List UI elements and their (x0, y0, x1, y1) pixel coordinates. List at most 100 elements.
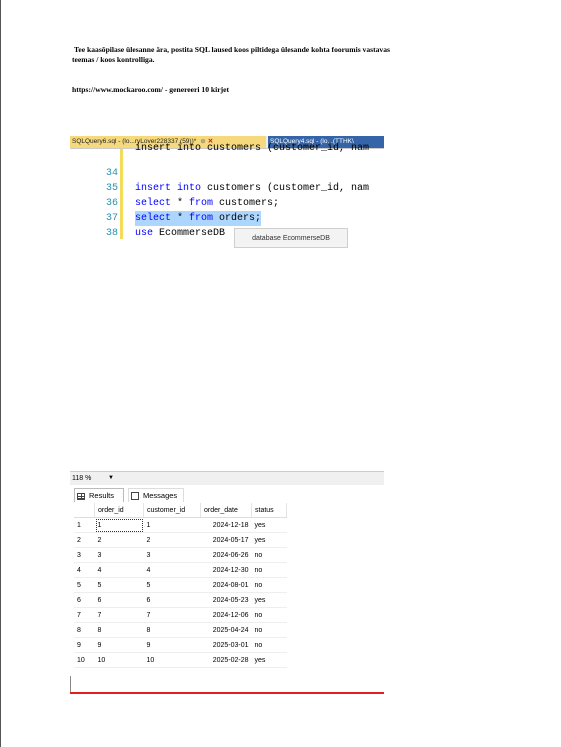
row-number: 8 (74, 622, 95, 638)
table-cell[interactable]: no (251, 577, 287, 593)
keyword: select (135, 198, 172, 209)
table-row[interactable]: 7 7 7 2024-12-06 no (74, 607, 287, 623)
table-cell[interactable]: 2024-08-01 (200, 577, 252, 593)
table-cell[interactable]: 2 (143, 532, 201, 548)
table-cell[interactable]: yes (251, 517, 287, 533)
code-line-36: 36 select * from orders; (70, 181, 262, 226)
table-row[interactable]: 6 6 6 2024-05-23 yes (74, 592, 287, 608)
chevron-down-icon[interactable]: ▼ (108, 472, 114, 485)
table-cell[interactable]: yes (251, 592, 287, 608)
table-cell[interactable]: 8 (94, 622, 144, 638)
table-cell[interactable]: 2024-05-23 (200, 592, 252, 608)
ssms-screenshot: SQLQuery6.sql - (lo...ryLover228337 (59)… (70, 136, 384, 695)
table-cell[interactable]: 1 (143, 517, 201, 533)
table-cell[interactable]: 9 (143, 637, 201, 653)
row-number: 2 (74, 532, 95, 548)
code-text: EcommerseDB (153, 228, 226, 239)
table-cell[interactable]: 2025-03-01 (200, 637, 252, 653)
line-number: 38 (105, 228, 118, 239)
table-row[interactable]: 1 1 1 2024-12-18 yes (74, 517, 287, 533)
code-text: customers (customer_id, nam (201, 183, 370, 194)
table-cell[interactable]: 2 (94, 532, 144, 548)
table-cell[interactable]: 5 (143, 577, 201, 593)
table-cell[interactable]: 3 (143, 547, 201, 563)
table-cell[interactable]: 2024-05-17 (200, 532, 252, 548)
code-text: customers; (213, 198, 280, 209)
row-number: 1 (74, 517, 95, 533)
tab-results[interactable]: Results (74, 488, 124, 502)
zoom-bar: 118 % ▼ (70, 471, 384, 485)
grid-icon (77, 492, 85, 500)
table-cell[interactable]: 10 (94, 652, 144, 668)
table-cell[interactable]: no (251, 607, 287, 623)
row-number: 5 (74, 577, 95, 593)
tab-messages[interactable]: Messages (128, 488, 184, 502)
instruction-line-1: Tee kaasõpilase ülesanne ära, postita SQ… (74, 45, 390, 54)
page-left-border (0, 0, 1, 747)
table-cell[interactable]: 9 (94, 637, 144, 653)
table-cell[interactable]: 1 (94, 517, 144, 533)
tab-messages-label: Messages (143, 491, 178, 500)
table-cell[interactable]: 6 (94, 592, 144, 608)
table-cell[interactable]: 7 (143, 607, 201, 623)
table-cell[interactable]: 4 (94, 562, 144, 578)
code-star: * (171, 198, 190, 209)
table-row[interactable]: 8 8 8 2025-04-24 no (74, 622, 287, 638)
table-cell[interactable]: 2024-12-18 (200, 517, 252, 533)
table-cell[interactable]: 2025-02-28 (200, 652, 252, 668)
table-row[interactable]: 5 5 5 2024-08-01 no (74, 577, 287, 593)
code-text: orders; (213, 213, 262, 224)
table-row[interactable]: 10 10 10 2025-02-28 yes (74, 652, 287, 668)
table-cell[interactable]: 2024-06-26 (200, 547, 252, 563)
table-cell[interactable]: no (251, 637, 287, 653)
messages-icon (131, 492, 139, 501)
table-row[interactable]: 4 4 4 2024-12-30 no (74, 562, 287, 578)
tooltip: database EcommerseDB (234, 228, 348, 248)
table-cell[interactable]: no (251, 547, 287, 563)
instruction-paragraph: Tee kaasõpilase ülesanne ära, postita SQ… (72, 45, 512, 65)
table-cell[interactable]: 2025-04-24 (200, 622, 252, 638)
table-cell[interactable]: 5 (94, 577, 144, 593)
column-header[interactable]: status (251, 503, 287, 518)
row-number: 9 (74, 637, 95, 653)
column-header[interactable]: order_date (200, 503, 252, 518)
results-tab-bar: Results Messages (70, 485, 384, 503)
column-header[interactable]: order_id (94, 503, 144, 518)
table-cell[interactable]: 8 (143, 622, 201, 638)
tab-results-label: Results (89, 491, 115, 500)
code-line-34: 34 insert into customers (customer_id, n… (70, 151, 369, 194)
table-row[interactable]: 9 9 9 2025-03-01 no (74, 637, 287, 653)
keyword: insert into (135, 183, 202, 194)
table-cell[interactable]: 7 (94, 607, 144, 623)
red-underline (70, 692, 384, 694)
table-cell[interactable]: 10 (143, 652, 201, 668)
instruction-line-2: teemas / koos kontrolliga. (72, 55, 155, 64)
selected-code: select * from orders; (135, 211, 262, 226)
code-line-37: 37 use EcommerseDB (70, 196, 225, 239)
row-number: 10 (74, 652, 95, 668)
table-cell[interactable]: yes (251, 532, 287, 548)
query-editor[interactable]: insert into customers (customer_id, nam … (70, 143, 384, 465)
table-cell[interactable]: 3 (94, 547, 144, 563)
table-row[interactable]: 2 2 2 2024-05-17 yes (74, 532, 287, 548)
column-header[interactable]: customer_id (143, 503, 201, 518)
results-grid[interactable]: order_id customer_id order_date status 1… (74, 503, 287, 668)
header-row: order_id customer_id order_date status (74, 503, 287, 518)
partial-code-line: insert into customers (customer_id, nam (135, 143, 370, 154)
mockaroo-line: https://www.mockaroo.com/ - genereeri 10… (72, 85, 230, 94)
table-cell[interactable]: 2024-12-30 (200, 562, 252, 578)
change-marker-bar (120, 149, 123, 239)
table-cell[interactable]: yes (251, 652, 287, 668)
table-cell[interactable]: 2024-12-06 (200, 607, 252, 623)
zoom-level[interactable]: 118 % (72, 472, 91, 485)
row-number: 7 (74, 607, 95, 623)
keyword: from (189, 213, 214, 224)
table-cell[interactable]: no (251, 562, 287, 578)
table-cell[interactable]: 6 (143, 592, 201, 608)
table-cell[interactable]: 4 (143, 562, 201, 578)
code-line-38: 38 (70, 211, 118, 239)
table-cell[interactable]: no (251, 622, 287, 638)
row-number: 3 (74, 547, 95, 563)
table-row[interactable]: 3 3 3 2024-06-26 no (74, 547, 287, 563)
row-number-header (74, 503, 95, 518)
